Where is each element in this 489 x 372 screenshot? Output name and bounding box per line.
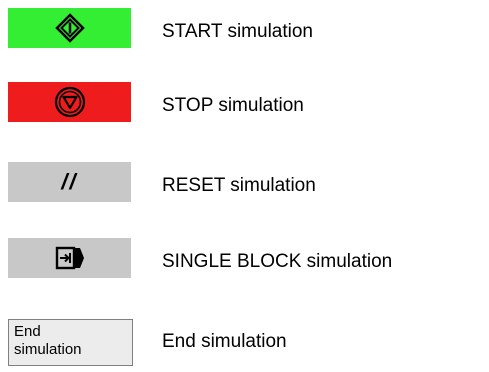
single-block-icon [55, 246, 84, 270]
single-block-simulation-button[interactable] [8, 238, 131, 278]
stop-simulation-label: STOP simulation [162, 95, 304, 116]
single-block-simulation-label: SINGLE BLOCK simulation [162, 251, 393, 272]
stop-simulation-button[interactable] [8, 82, 131, 122]
reset-simulation-label: RESET simulation [162, 175, 316, 196]
start-simulation-label: START simulation [162, 21, 313, 42]
end-simulation-button[interactable]: End simulation [8, 319, 133, 366]
start-diamond-icon [54, 13, 85, 43]
reset-icon: // [61, 169, 78, 194]
start-simulation-button[interactable] [8, 8, 131, 48]
reset-simulation-button[interactable]: // [8, 162, 131, 202]
end-simulation-label: End simulation [162, 331, 287, 352]
stop-triangle-icon [54, 86, 85, 118]
end-button-line1: End [14, 323, 41, 340]
end-button-line2: simulation [14, 341, 82, 358]
